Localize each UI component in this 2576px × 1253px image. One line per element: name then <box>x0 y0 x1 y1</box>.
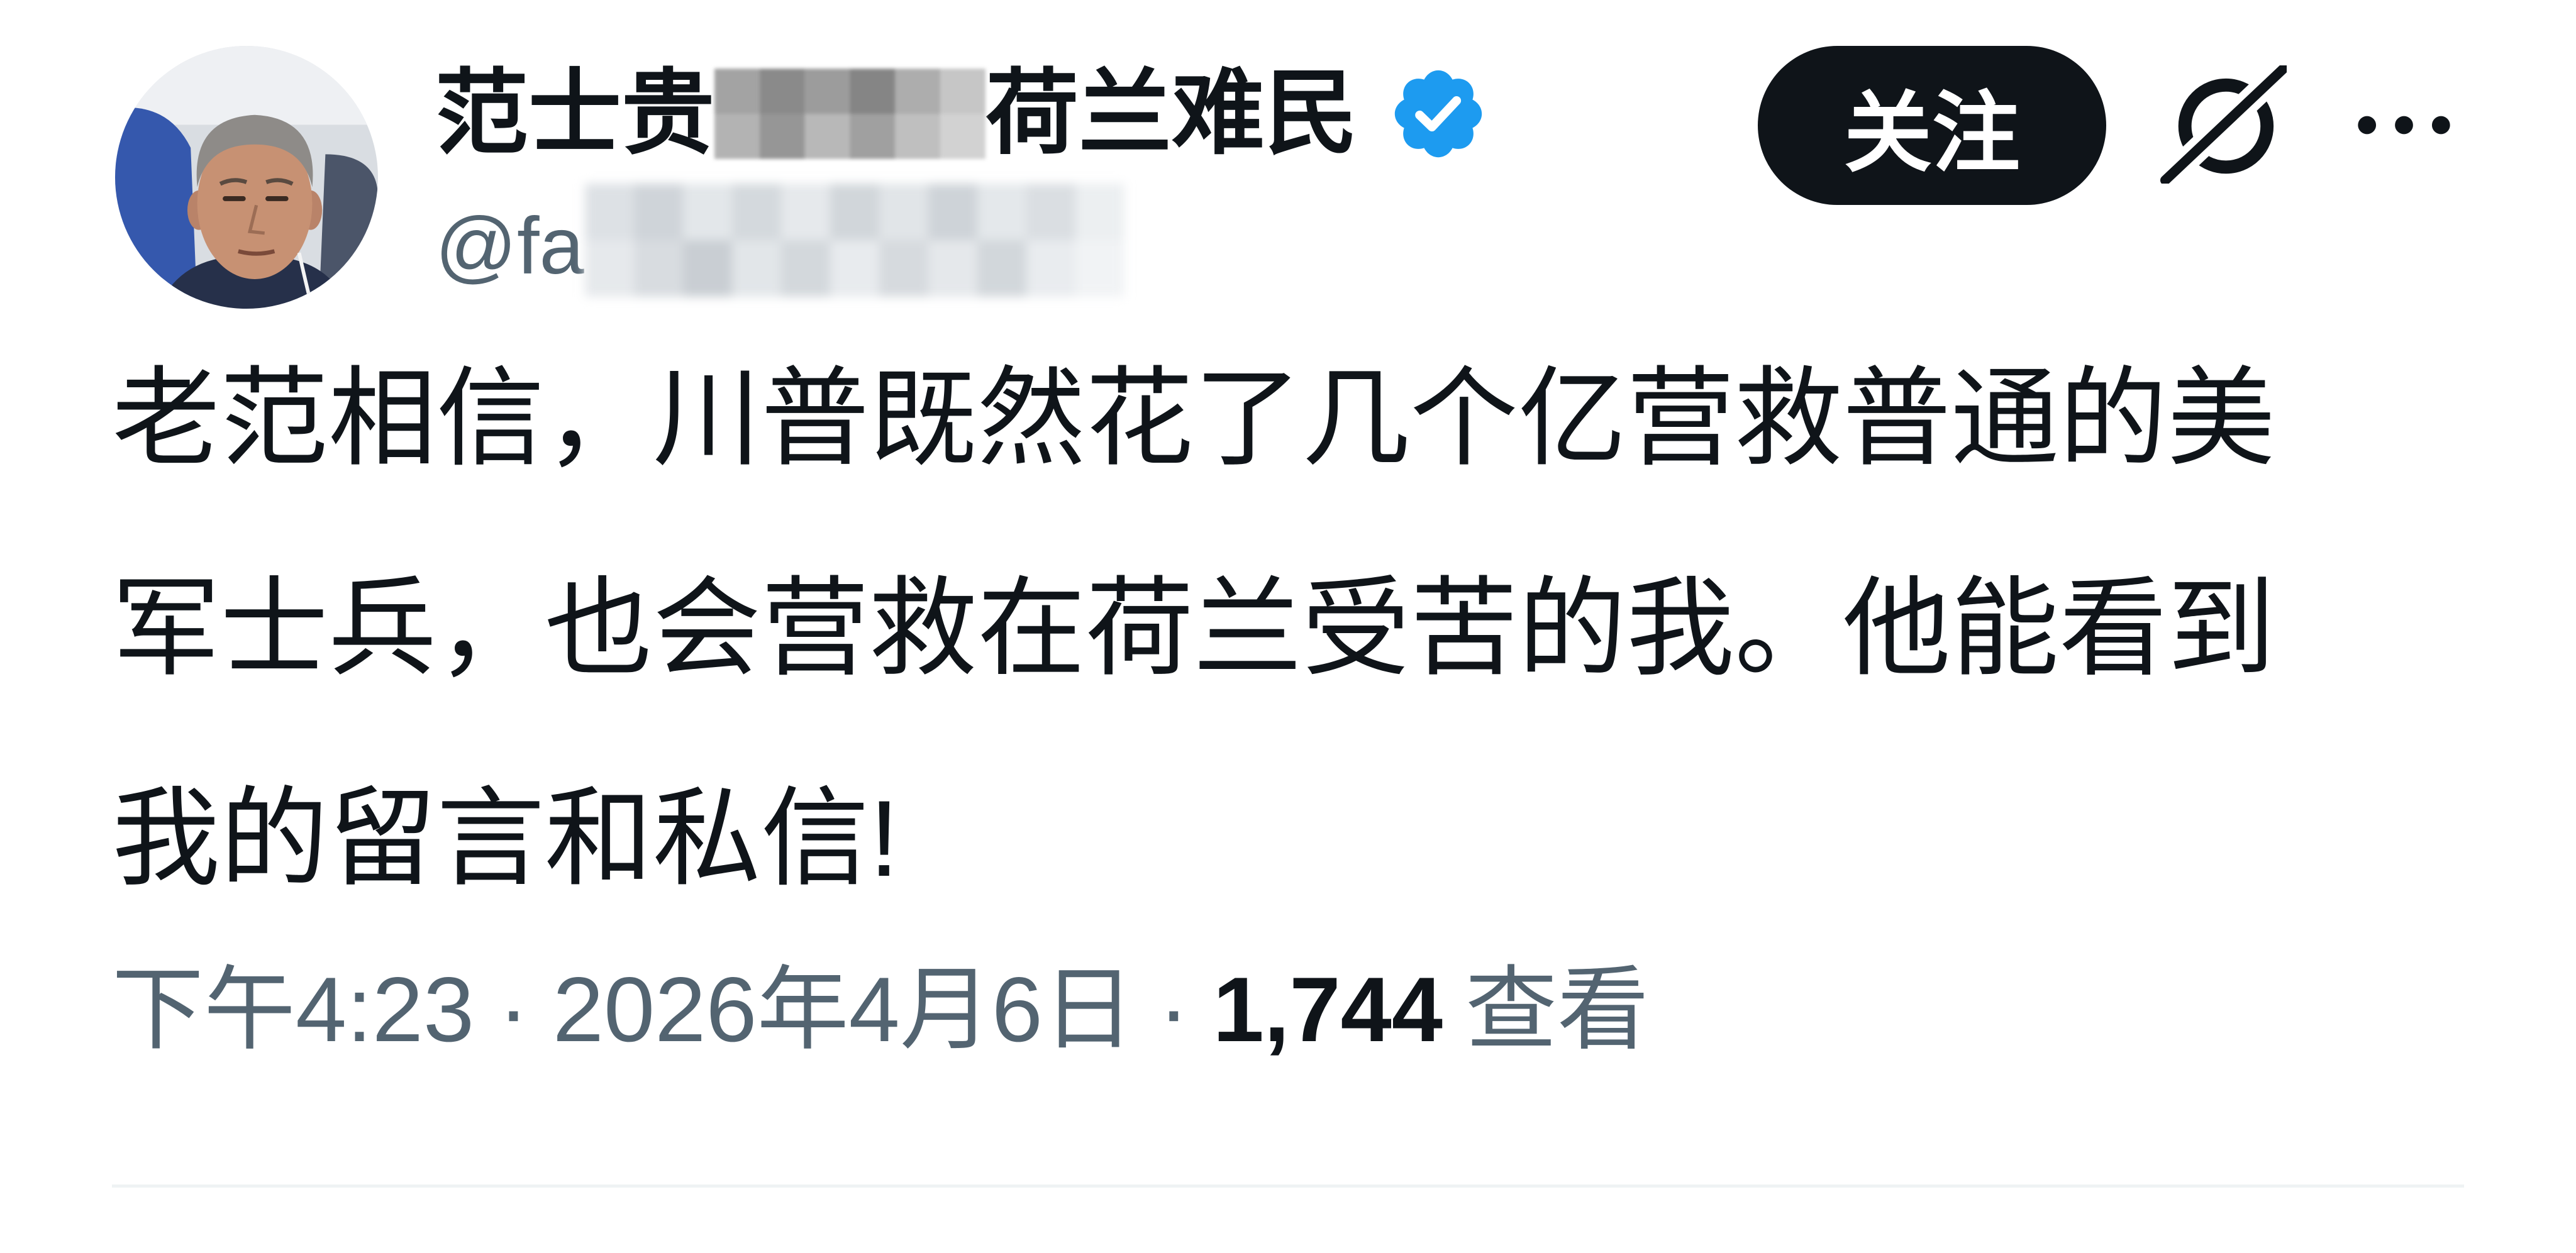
follow-button[interactable]: 关注 <box>1758 46 2106 205</box>
views-count: 1,744 <box>1213 964 1443 1056</box>
redacted-handle-blur <box>585 184 1124 297</box>
tweet-text-line: 老范相信，川普既然花了几个亿营救普通的美 <box>112 358 2275 479</box>
tweet-text-line: 我的留言和私信! <box>112 778 899 899</box>
verified-badge-icon[interactable] <box>1387 63 1489 165</box>
meta-separator: · <box>498 964 529 1056</box>
more-options-icon[interactable] <box>2357 115 2451 135</box>
grok-icon-graphic <box>2160 65 2287 184</box>
more-dots-graphic <box>2358 116 2450 135</box>
tweet-detail-view: 范士贵 荷兰难民 @fa 关注 老范相信，川普既然花了几个亿营救普通的美 军士兵… <box>0 0 2576 1253</box>
meta-separator: · <box>1158 964 1189 1056</box>
profile-photo <box>115 46 378 309</box>
views-label: 查看 <box>1465 964 1649 1056</box>
author-avatar[interactable] <box>115 46 378 309</box>
grok-icon[interactable] <box>2160 65 2287 184</box>
tweet-text: 老范相信，川普既然花了几个亿营救普通的美 军士兵，也会营救在荷兰受苦的我。他能看… <box>112 314 2464 944</box>
redacted-name-blur <box>714 69 985 159</box>
tweet-text-line: 军士兵，也会营救在荷兰受苦的我。他能看到 <box>112 568 2275 689</box>
author-handle[interactable]: @fa <box>435 205 584 287</box>
tweet-meta: 下午4:23 · 2026年4月6日 · 1,744 查看 <box>112 964 2464 1056</box>
display-name-end: 荷兰难民 <box>985 62 1358 165</box>
divider <box>112 1184 2464 1188</box>
post-time[interactable]: 下午4:23 <box>112 964 474 1056</box>
post-date[interactable]: 2026年4月6日 <box>553 964 1135 1056</box>
display-name-start: 范士贵 <box>435 62 714 165</box>
author-display-name[interactable]: 范士贵 荷兰难民 <box>435 63 1489 165</box>
